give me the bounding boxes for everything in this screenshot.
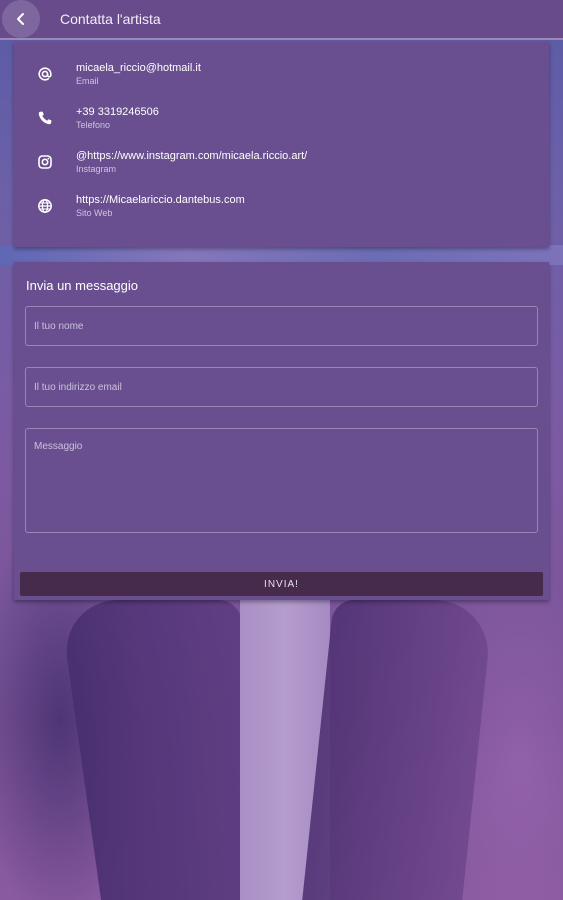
contact-value: micaela_riccio@hotmail.it <box>76 62 201 74</box>
page-title: Contatta l'artista <box>60 11 161 27</box>
name-input[interactable] <box>25 306 538 346</box>
contact-row-instagram[interactable]: @https://www.instagram.com/micaela.ricci… <box>14 142 549 182</box>
background-right-stroke <box>302 600 494 900</box>
contact-row-website[interactable]: https://Micaelariccio.dantebus.com Sito … <box>14 186 549 226</box>
instagram-icon <box>38 155 52 169</box>
send-button[interactable]: INVIA! <box>20 572 543 596</box>
email-input[interactable] <box>25 367 538 407</box>
at-sign-icon <box>38 67 52 81</box>
message-textarea[interactable] <box>25 428 538 533</box>
contact-row-email[interactable]: micaela_riccio@hotmail.it Email <box>14 54 549 94</box>
contact-row-phone[interactable]: +39 3319246506 Telefono <box>14 98 549 138</box>
contact-value: https://Micaelariccio.dantebus.com <box>76 194 245 206</box>
app-header: Contatta l'artista <box>0 0 563 40</box>
contact-label: Telefono <box>76 120 111 130</box>
globe-icon <box>38 199 52 213</box>
contact-label: Instagram <box>76 164 117 174</box>
message-form-card: Invia un messaggio INVIA! <box>14 262 549 600</box>
phone-icon <box>38 111 52 125</box>
chevron-left-icon <box>17 13 24 25</box>
form-title: Invia un messaggio <box>26 278 139 293</box>
back-button[interactable] <box>2 0 40 38</box>
contact-info-card: micaela_riccio@hotmail.it Email +39 3319… <box>14 42 549 247</box>
contact-value: @https://www.instagram.com/micaela.ricci… <box>76 150 308 162</box>
contact-value: +39 3319246506 <box>76 106 159 118</box>
contact-label: Email <box>76 76 99 86</box>
contact-label: Sito Web <box>76 208 113 218</box>
